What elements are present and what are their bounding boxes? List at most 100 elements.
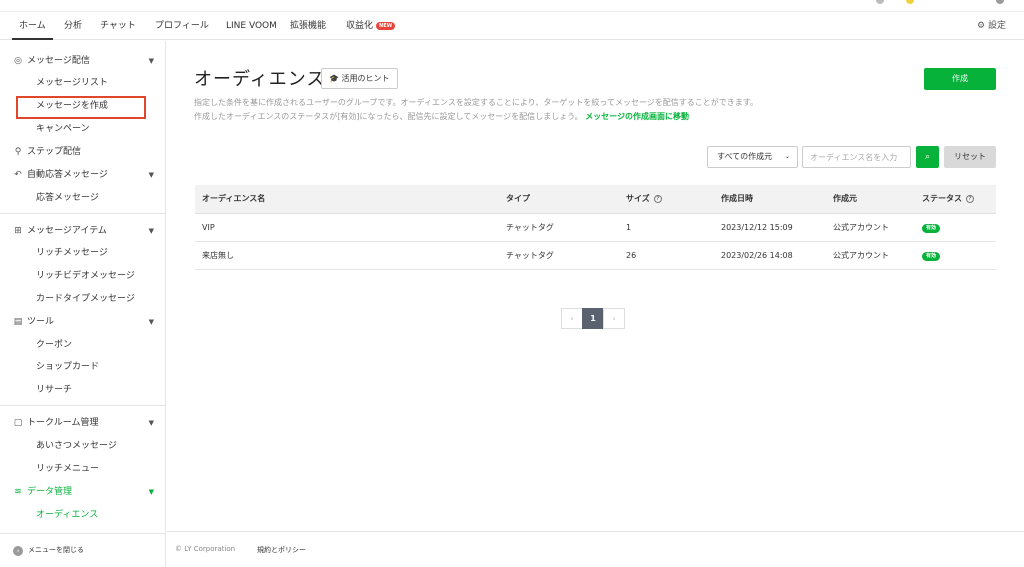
sidebar-section-step-delivery[interactable]: ⚲ ステップ配信 [12,144,156,160]
column-header-created-at[interactable]: 作成日時 [721,185,833,214]
sidebar-section-label: ステップ配信 [27,147,82,157]
sidebar-item-rich-menu[interactable]: リッチメニュー [36,461,99,477]
status-cell: 有効 [922,241,996,270]
search-button[interactable]: ⌕ [916,146,939,168]
column-header-label: サイズ [626,194,650,204]
help-icon[interactable]: ? [966,194,974,203]
chevron-down-icon: ▼ [148,57,154,65]
sidebar-item-greeting-message[interactable]: あいさつメッセージ [36,438,117,454]
avatar[interactable] [996,0,1004,4]
audience-name-cell[interactable]: VIP [195,213,506,242]
sidebar-section-message-items[interactable]: ⊞ メッセージアイテム ▼ [12,223,156,239]
column-header-status[interactable]: ステータス? [922,185,996,214]
hint-label: 活用のヒント [341,74,390,83]
sidebar-section-label: トークルーム管理 [27,418,99,428]
tab-label: LINE VOOM [226,21,277,31]
tab-line-voom[interactable]: LINE VOOM [226,13,277,40]
pagination-next-button[interactable]: › [603,308,625,329]
chevron-down-icon: ⌄ [784,153,790,160]
chevron-down-icon: ▼ [148,171,154,179]
database-icon: ≋ [14,487,22,497]
audience-search-input[interactable] [802,146,911,168]
account-icon[interactable] [906,0,914,4]
tab-chat[interactable]: チャット [100,13,136,40]
audience-name-cell[interactable]: 来店無し [195,241,506,270]
highlight-box [16,96,146,119]
filter-select-value: すべての作成元 [717,152,773,161]
sidebar-item-rich-message[interactable]: リッチメッセージ [36,245,108,261]
tab-profile[interactable]: プロフィール [155,13,209,40]
sidebar: ◎ メッセージ配信 ▼ メッセージリスト メッセージを作成 キャンペーン ⚲ ステップ… [0,41,166,567]
sidebar-section-chatroom[interactable]: ▢ トークルーム管理 ▼ [12,415,156,431]
size-cell: 26 [626,241,721,270]
sidebar-item-audience[interactable]: オーディエンス [36,507,98,523]
policy-link[interactable]: 規約とポリシー [257,545,306,555]
plus-box-icon: ⊞ [14,226,22,236]
sidebar-section-message-delivery[interactable]: ◎ メッセージ配信 ▼ [12,53,156,69]
sidebar-section-label: ツール [27,317,55,327]
collapse-menu-button[interactable]: ‹ メニューを閉じる [0,533,165,567]
creator-filter-select[interactable]: すべての作成元 ⌄ [707,146,798,168]
help-icon[interactable]: ? [653,194,662,203]
sidebar-item-research[interactable]: リサーチ [36,382,72,398]
tab-monetization[interactable]: 収益化 NEW [346,13,396,40]
sidebar-item-campaign[interactable]: キャンペーン [36,121,90,137]
pagination-page-button[interactable]: 1 [582,308,604,329]
tab-label: チャット [100,21,136,31]
reply-icon: ↶ [14,170,22,180]
table-row[interactable]: 来店無し チャットタグ 26 2023/02/26 14:08 公式アカウント … [195,241,996,270]
sidebar-item-rich-video-message[interactable]: リッチビデオメッセージ [36,268,135,284]
table-header-row: オーディエンス名 タイプ サイズ? 作成日時 作成元 ステータス? [195,185,996,214]
settings-label: 設定 [987,21,1006,31]
creator-cell: 公式アカウント [833,241,922,270]
sidebar-section-auto-reply[interactable]: ↶ 自動応答メッセージ ▼ [12,167,156,183]
store-icon: ▤ [13,317,23,327]
table-row[interactable]: VIP チャットタグ 1 2023/12/12 15:09 公式アカウント 有効 [195,213,996,242]
status-badge: 有効 [922,251,941,261]
status-cell: 有効 [922,213,996,242]
copyright-text: © LY Corporation [175,545,236,553]
description-line: 指定した条件を基に作成されるユーザーのグループです。オーディエンスを設定すること… [194,98,758,107]
broadcast-icon: ◎ [14,56,22,66]
sidebar-item-coupon[interactable]: クーポン [36,337,72,353]
create-message-link[interactable]: メッセージの作成画面に移動 [585,112,689,121]
notification-icon[interactable] [876,0,884,4]
page-footer: © LY Corporation 規約とポリシー [167,531,1024,567]
reset-button[interactable]: リセット [944,146,996,168]
collapse-menu-label: メニューを閉じる [28,546,84,554]
create-button[interactable]: 作成 [924,68,996,90]
pagination-prev-button[interactable]: ‹ [561,308,583,329]
gear-icon: ⚙ [977,21,986,31]
pagination: ‹ 1 › [561,308,625,329]
sidebar-item-reply-message[interactable]: 応答メッセージ [36,190,99,206]
sidebar-section-label: メッセージアイテム [27,226,107,236]
sidebar-item-shop-card[interactable]: ショップカード [36,359,99,375]
sidebar-section-data-management[interactable]: ≋ データ管理 ▼ [12,484,156,500]
sidebar-item-card-message[interactable]: カードタイプメッセージ [36,291,135,307]
tab-label: ホーム [19,21,46,31]
page-description: 指定した条件を基に作成されるユーザーのグループです。オーディエンスを設定すること… [194,96,758,124]
sidebar-item-message-list[interactable]: メッセージリスト [36,75,108,91]
tab-label: 分析 [64,21,83,31]
column-header-name[interactable]: オーディエンス名 [195,185,506,214]
column-header-type[interactable]: タイプ [506,185,626,214]
hierarchy-icon: ⚲ [14,147,22,157]
type-cell: チャットタグ [506,241,626,270]
hint-button[interactable]: 🎓 活用のヒント [321,68,398,89]
audience-table: オーディエンス名 タイプ サイズ? 作成日時 作成元 ステータス? VIP チャ… [195,185,996,270]
tab-home[interactable]: ホーム [12,13,53,40]
sidebar-section-label: メッセージ配信 [27,56,90,66]
page-title: オーディエンス [194,69,326,90]
column-header-size[interactable]: サイズ? [626,185,721,214]
column-header-creator[interactable]: 作成元 [833,185,922,214]
tab-extensions[interactable]: 拡張機能 [290,13,326,40]
sidebar-section-tools[interactable]: ▤ ツール ▼ [12,314,156,330]
header-strip [0,0,1024,12]
description-line: 作成したオーディエンスのステータスが[有効]になったら、配信先に設定してメッセー… [194,112,583,121]
sidebar-divider [0,405,165,406]
column-header-label: ステータス [922,194,962,204]
sidebar-divider [0,213,165,214]
settings-link[interactable]: ⚙ 設定 [977,13,1006,40]
chevron-down-icon: ▼ [148,488,154,496]
tab-analytics[interactable]: 分析 [64,13,82,40]
